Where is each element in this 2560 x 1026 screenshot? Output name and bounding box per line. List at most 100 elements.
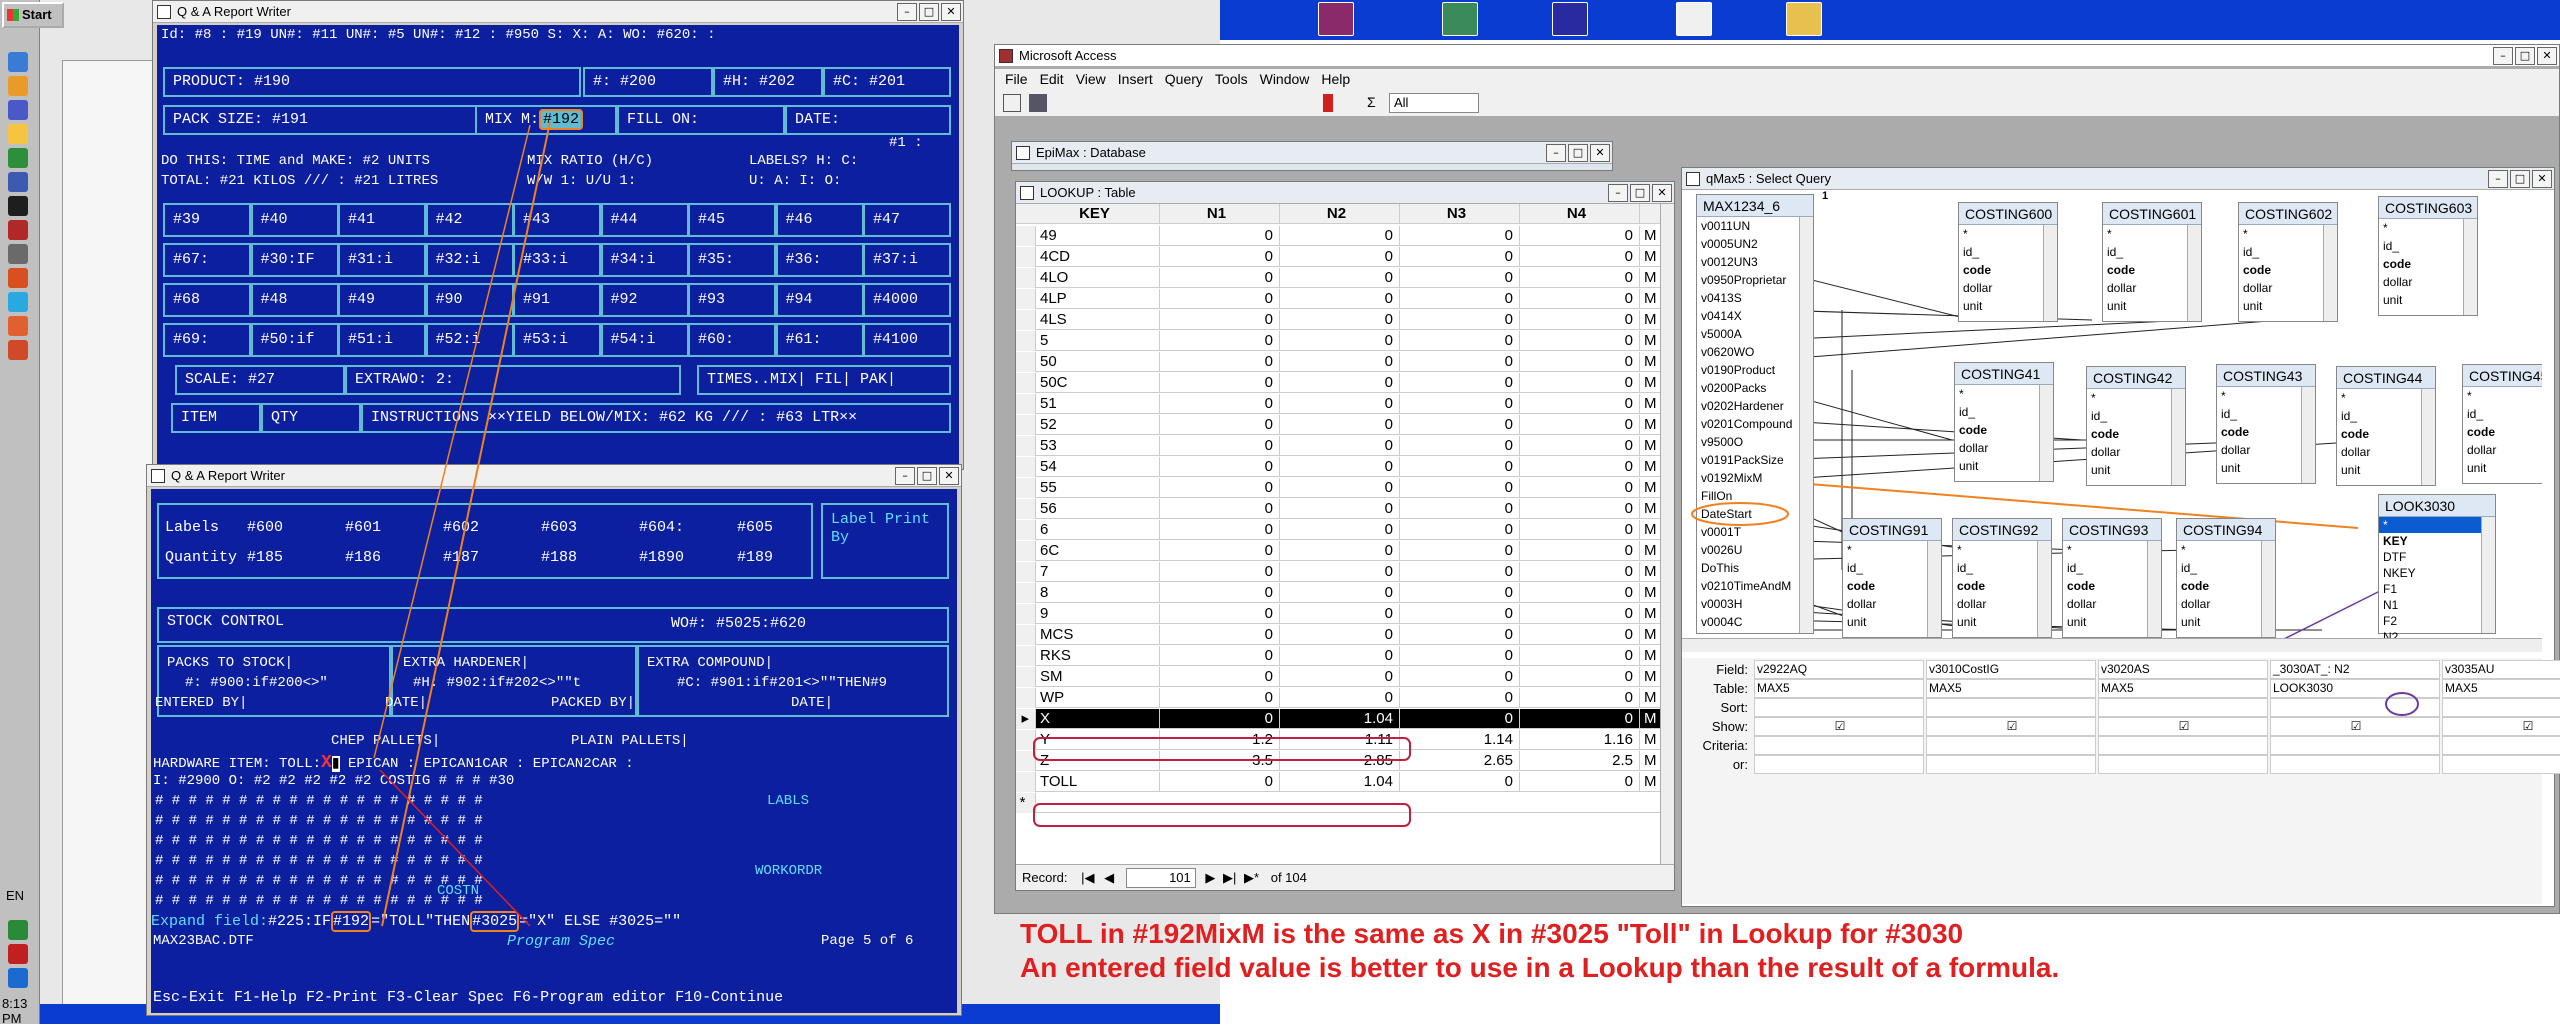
table-cell[interactable]: 0	[1520, 604, 1640, 624]
max-field-scrollbar[interactable]	[1799, 217, 1813, 633]
table-cell[interactable]: 0	[1400, 289, 1520, 309]
maximize-button[interactable]: □	[1630, 184, 1650, 202]
row-selector[interactable]	[1016, 751, 1036, 771]
table-row[interactable]: WP 0 0 0 0 M	[1016, 688, 1662, 708]
show-checkbox[interactable]: ☑	[2101, 718, 2267, 735]
table-cell[interactable]: 0	[1400, 604, 1520, 624]
costing-field[interactable]: id_	[2463, 405, 2542, 423]
column-header-key[interactable]: KEY	[1036, 204, 1160, 224]
table-cell-tail[interactable]: M	[1640, 772, 1662, 792]
table-cell[interactable]: 49	[1036, 226, 1160, 246]
table-cell[interactable]: TOLL	[1036, 772, 1160, 792]
table-cell[interactable]: 4LO	[1036, 268, 1160, 288]
max-field[interactable]: v0413S	[1697, 289, 1799, 307]
table-cell-tail[interactable]: M	[1640, 478, 1662, 498]
row-selector[interactable]	[1016, 583, 1036, 603]
max-field[interactable]: v0012UN3	[1697, 253, 1799, 271]
costing-table-box[interactable]: COSTING94 * id_ code dollar unit	[2176, 518, 2276, 638]
costing-field[interactable]: unit	[2463, 459, 2542, 477]
grid-cell[interactable]	[2270, 698, 2440, 717]
scale-field[interactable]: SCALE: #27	[175, 365, 345, 395]
table-cell[interactable]: 1.2	[1160, 730, 1280, 750]
table-cell[interactable]: 0	[1400, 436, 1520, 456]
grid-cell[interactable]: ☑	[2442, 717, 2560, 736]
show-checkbox[interactable]: ☑	[1929, 718, 2095, 735]
grid-cell[interactable]: #50:if	[250, 323, 339, 357]
quick-launch-icon-7[interactable]	[8, 196, 28, 216]
grid-cell[interactable]: #35:	[688, 243, 776, 277]
costing-scrollbar[interactable]	[2039, 385, 2053, 481]
table-cell[interactable]: 0	[1280, 646, 1400, 666]
max-field[interactable]: v0192MixM	[1697, 469, 1799, 487]
table-cell[interactable]: 6C	[1036, 541, 1160, 561]
table-cell[interactable]: 2.65	[1400, 751, 1520, 771]
table-cell-tail[interactable]: M	[1640, 541, 1662, 561]
table-row[interactable]: 50000M	[1016, 331, 1662, 351]
costing-scrollbar[interactable]	[2301, 387, 2315, 483]
max-field[interactable]: v0190Product	[1697, 361, 1799, 379]
table-cell[interactable]: 0	[1280, 415, 1400, 435]
first-record-button[interactable]: |◀	[1081, 870, 1094, 885]
table-cell-tail[interactable]: M	[1640, 499, 1662, 519]
minimize-button[interactable]: –	[897, 3, 917, 21]
maximize-button[interactable]: □	[1568, 144, 1588, 162]
table-cell[interactable]: 0	[1520, 331, 1640, 351]
costing-table-box[interactable]: COSTING93 * id_ code dollar unit	[2062, 518, 2162, 638]
maximize-button[interactable]: □	[917, 467, 937, 485]
table-cell[interactable]: 0	[1160, 499, 1280, 519]
max-field[interactable]: DateStart	[1697, 505, 1799, 523]
grid-table-cell[interactable]: MAX5	[1754, 679, 1924, 698]
column-header-n4[interactable]: N4	[1520, 204, 1640, 224]
table-cell[interactable]: 0	[1520, 310, 1640, 330]
grid-table-cell[interactable]: MAX5	[2098, 679, 2268, 698]
table-cell[interactable]: 0	[1160, 310, 1280, 330]
row-selector[interactable]	[1016, 415, 1036, 435]
grid-cell[interactable]: #34:i	[600, 243, 689, 277]
table-row[interactable]: TOLL 0 1.04 0 0 M	[1016, 772, 1662, 792]
grid-cell[interactable]: #40	[250, 203, 339, 237]
minimize-button[interactable]: –	[895, 467, 915, 485]
costing-scrollbar[interactable]	[2043, 225, 2057, 321]
table-cell-tail[interactable]: M	[1640, 583, 1662, 603]
toolbar-run-icon[interactable]	[1323, 94, 1333, 112]
table-cell[interactable]: 0	[1400, 709, 1520, 729]
quick-launch-icon-2[interactable]	[8, 76, 28, 96]
quantity-cell[interactable]: #189	[737, 549, 773, 566]
table-cell[interactable]: 1.04	[1280, 709, 1400, 729]
table-row[interactable]: 4LS 0 0 0 0 M	[1016, 310, 1662, 330]
max-field[interactable]: v0011UN	[1697, 217, 1799, 235]
table-cell[interactable]: 0	[1160, 583, 1280, 603]
table-cell[interactable]: 52	[1036, 415, 1160, 435]
table-cell[interactable]: 0	[1400, 268, 1520, 288]
table-cell-tail[interactable]: M	[1640, 667, 1662, 687]
grid-cell[interactable]: #67:	[163, 243, 251, 277]
row-selector[interactable]	[1016, 562, 1036, 582]
table-cell[interactable]: 9	[1036, 604, 1160, 624]
function-keys-line[interactable]: Esc-Exit F1-Help F2-Print F3-Clear Spec …	[153, 989, 783, 1006]
costing-table-box[interactable]: COSTING44 * id_ code dollar unit	[2336, 366, 2436, 486]
grid-table-cell[interactable]: MAX5	[2442, 679, 2560, 698]
row-selector[interactable]	[1016, 394, 1036, 414]
table-cell-tail[interactable]: M	[1640, 520, 1662, 540]
table-cell[interactable]: MCS	[1036, 625, 1160, 645]
table-cell[interactable]: 0	[1520, 478, 1640, 498]
grid-field-cell[interactable]: v2922AQ	[1754, 660, 1924, 679]
grid-cell[interactable]	[2270, 736, 2440, 755]
quick-launch-icon-1[interactable]	[8, 52, 28, 72]
table-cell-tail[interactable]: M	[1640, 436, 1662, 456]
menu-tools[interactable]: Tools	[1215, 69, 1248, 89]
table-cell[interactable]: 0	[1280, 247, 1400, 267]
table-cell[interactable]: X	[1036, 709, 1160, 729]
table-cell[interactable]: 0	[1400, 478, 1520, 498]
table-cell[interactable]: 0	[1520, 499, 1640, 519]
grid-cell[interactable]: #36:	[775, 243, 864, 277]
table-row[interactable]: 51 0 0 0 0 M	[1016, 394, 1662, 414]
grid-cell[interactable]	[2098, 736, 2268, 755]
costing-field[interactable]: dollar	[2463, 441, 2542, 459]
table-row[interactable]: 55 0 0 0 0 M	[1016, 478, 1662, 498]
row-selector[interactable]	[1016, 352, 1036, 372]
costing-scrollbar[interactable]	[2037, 541, 2051, 637]
costing-scrollbar[interactable]	[2171, 389, 2185, 485]
close-button[interactable]: ✕	[2537, 47, 2557, 65]
look-field[interactable]: N2	[2379, 629, 2495, 638]
